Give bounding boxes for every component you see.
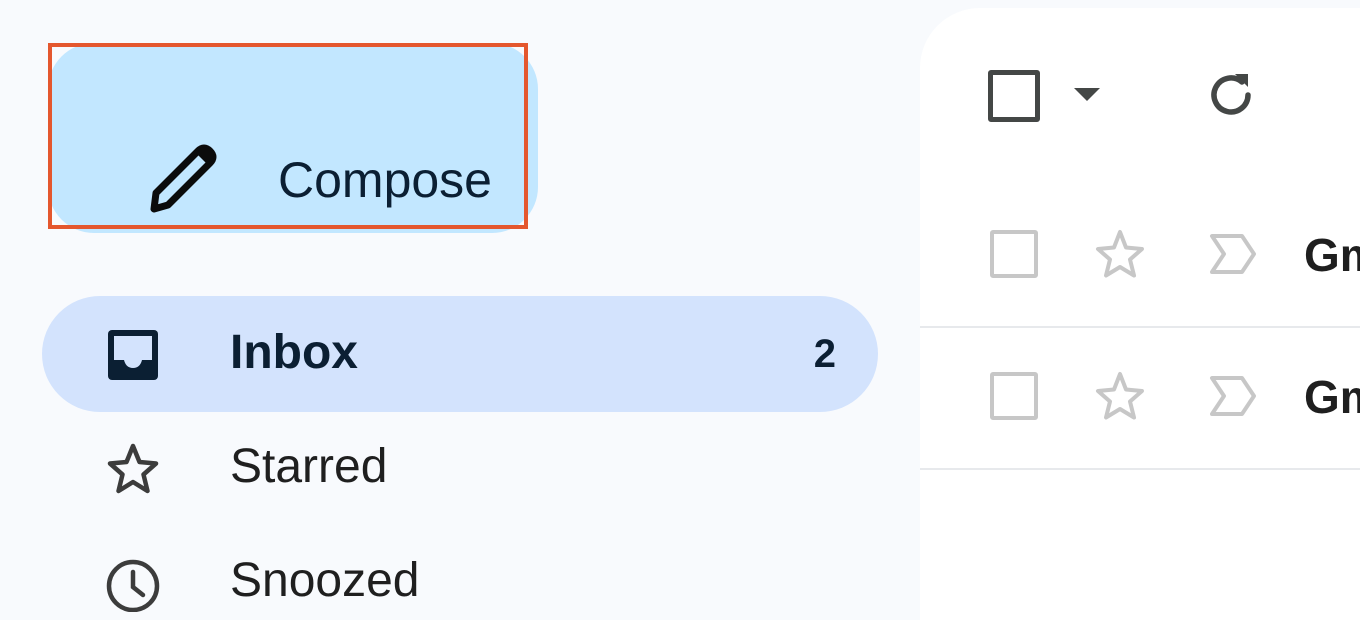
star-icon[interactable] <box>1092 368 1148 424</box>
sidebar-item-label: Inbox <box>230 326 358 379</box>
mail-row[interactable]: Gm <box>920 184 1360 328</box>
important-marker-icon[interactable] <box>1206 370 1258 422</box>
sidebar-item-starred[interactable]: Starred <box>42 410 878 526</box>
sidebar-item-label: Snoozed <box>230 554 420 607</box>
mail-sender: Gm <box>1304 371 1360 423</box>
inbox-icon <box>108 330 158 380</box>
star-icon <box>107 443 159 494</box>
select-all-checkbox[interactable] <box>988 70 1040 122</box>
clock-icon <box>106 559 160 612</box>
important-marker-icon[interactable] <box>1206 228 1258 280</box>
mail-list-panel: Gm Gm <box>920 8 1360 620</box>
row-checkbox[interactable] <box>990 372 1038 420</box>
sidebar-item-inbox[interactable]: Inbox 2 <box>42 296 878 412</box>
unread-count: 2 <box>813 332 836 376</box>
refresh-icon[interactable] <box>1204 68 1258 122</box>
gmail-window: Compose Inbox 2 Starred Snoozed G G <box>0 0 1360 620</box>
row-checkbox[interactable] <box>990 230 1038 278</box>
star-icon[interactable] <box>1092 226 1148 282</box>
mail-sender: Gm <box>1304 229 1360 281</box>
sidebar: Compose Inbox 2 Starred Snoozed <box>0 0 920 620</box>
sidebar-item-snoozed[interactable]: Snoozed <box>42 524 878 620</box>
compose-label: Compose <box>278 152 492 208</box>
compose-button[interactable]: Compose <box>48 43 538 233</box>
sidebar-item-label: Starred <box>230 440 388 493</box>
mail-row[interactable]: Gm <box>920 326 1360 470</box>
caret-down-icon[interactable] <box>1070 82 1104 106</box>
pencil-icon <box>150 144 217 213</box>
